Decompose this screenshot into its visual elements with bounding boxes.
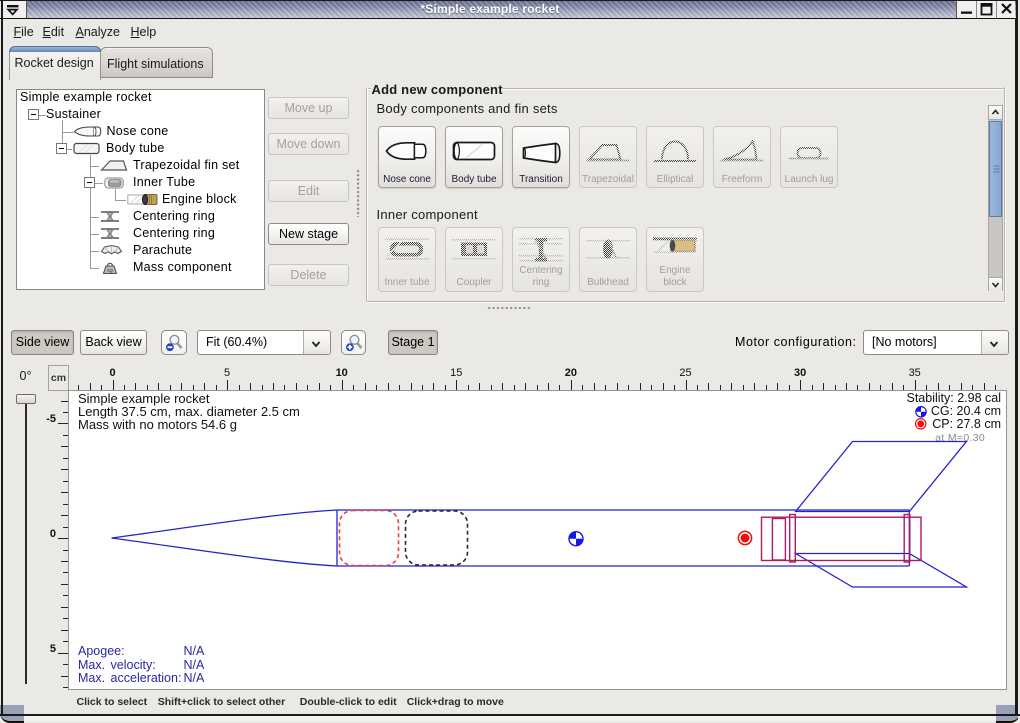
svg-text:kg: kg: [107, 268, 113, 274]
